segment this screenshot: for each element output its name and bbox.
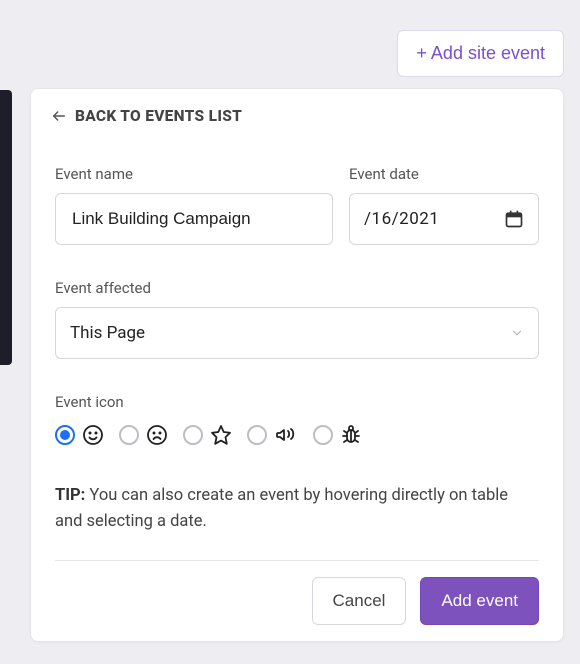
back-label: BACK TO EVENTS LIST <box>75 107 242 125</box>
tip-body: You can also create an event by hovering… <box>55 486 508 531</box>
event-date-value: /16/2021 <box>364 209 504 229</box>
radio-bug[interactable] <box>313 425 333 445</box>
add-event-card: BACK TO EVENTS LIST Event name Event dat… <box>30 88 564 642</box>
icon-option-smile[interactable] <box>55 423 105 447</box>
smile-icon <box>81 423 105 447</box>
event-form: Event name Event date /16/2021 <box>31 137 563 625</box>
icon-option-star[interactable] <box>183 423 233 447</box>
radio-star[interactable] <box>183 425 203 445</box>
event-date-input[interactable]: /16/2021 <box>349 193 539 245</box>
frown-icon <box>145 423 169 447</box>
add-event-button[interactable]: Add event <box>420 577 539 625</box>
event-affected-select[interactable]: This Page <box>55 307 539 359</box>
left-rail-stub <box>0 90 12 365</box>
event-name-input[interactable] <box>70 208 318 230</box>
event-affected-value: This Page <box>70 323 145 343</box>
add-site-event-button[interactable]: + Add site event <box>397 30 564 77</box>
back-to-events-link[interactable]: BACK TO EVENTS LIST <box>31 107 563 137</box>
divider <box>55 560 539 561</box>
cancel-button[interactable]: Cancel <box>312 577 407 625</box>
arrow-left-icon <box>51 108 67 124</box>
event-name-input-wrap <box>55 193 333 245</box>
event-icon-label: Event icon <box>55 393 539 411</box>
chevron-down-icon <box>510 326 524 340</box>
icon-option-frown[interactable] <box>119 423 169 447</box>
icon-option-bug[interactable] <box>313 423 363 447</box>
event-name-label: Event name <box>55 165 333 183</box>
event-affected-label: Event affected <box>55 279 539 297</box>
event-date-label: Event date <box>349 165 539 183</box>
megaphone-icon <box>273 423 299 447</box>
calendar-icon <box>504 209 524 229</box>
star-icon <box>209 423 233 447</box>
radio-smile[interactable] <box>55 425 75 445</box>
event-icon-options <box>55 423 539 447</box>
radio-frown[interactable] <box>119 425 139 445</box>
icon-option-megaphone[interactable] <box>247 423 299 447</box>
tip-prefix: TIP: <box>55 486 85 505</box>
tip-text: TIP: You can also create an event by hov… <box>55 483 539 534</box>
radio-megaphone[interactable] <box>247 425 267 445</box>
bug-icon <box>339 423 363 447</box>
form-actions: Cancel Add event <box>55 577 539 625</box>
